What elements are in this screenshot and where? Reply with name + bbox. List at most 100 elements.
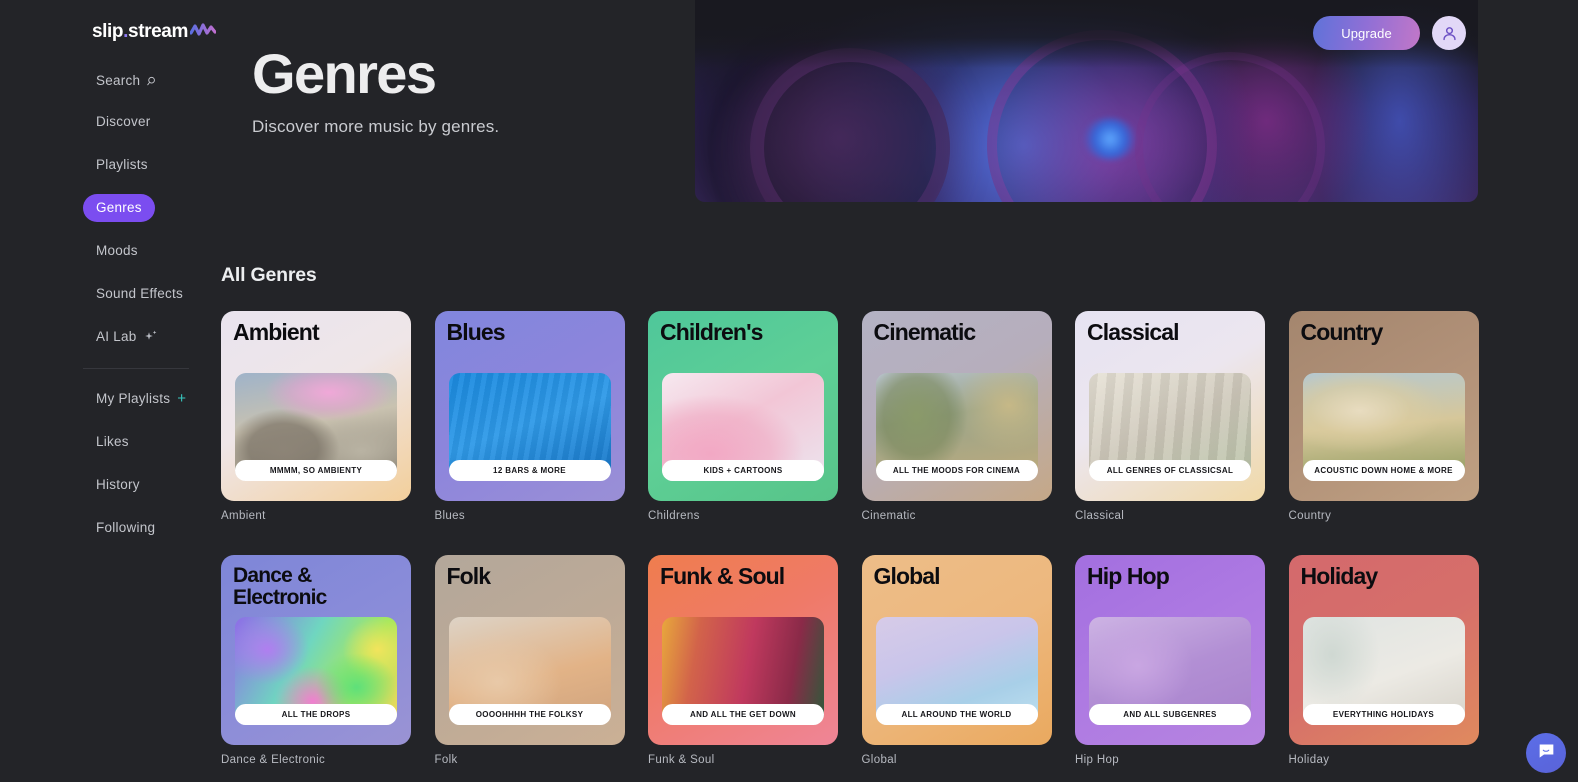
genre-card-childrens[interactable]: Children's KIDS + CARTOONS (648, 311, 838, 501)
genre-cell: Ambient MMMM, SO AMBIENTY Ambient (221, 311, 411, 522)
genre-cell: Blues 12 BARS & MORE Blues (434, 311, 625, 522)
genre-card-title: Dance & Electronic (233, 564, 327, 609)
sidebar-item-my-playlists[interactable]: My Playlists + (83, 385, 199, 413)
genre-card-tagline[interactable]: ALL GENRES OF CLASSICSAL (1089, 460, 1251, 481)
genre-card-tagline[interactable]: ALL THE MOODS FOR CINEMA (875, 460, 1038, 481)
genre-card-funk-soul[interactable]: Funk & Soul AND ALL THE GET DOWN (648, 555, 838, 745)
app-logo[interactable]: slip. stream (92, 21, 217, 43)
genre-card-tagline[interactable]: EVERYTHING HOLIDAYS (1302, 704, 1465, 725)
chat-bubble-icon (1537, 742, 1556, 764)
sidebar-item-discover[interactable]: Discover (83, 108, 164, 136)
sidebar: Search Discover Playlists Genres Moods Sound … (0, 60, 220, 782)
avatar[interactable] (1432, 16, 1466, 50)
genre-card-title: Ambient (233, 319, 320, 345)
genre-card-tagline[interactable]: ACOUSTIC DOWN HOME & MORE (1302, 460, 1465, 481)
genre-card-tagline[interactable]: AND ALL THE GET DOWN (662, 704, 824, 725)
sidebar-item-label: My Playlists (96, 391, 171, 406)
genre-cell: Folk OOOOHHHH THE FOLKSY Folk (434, 555, 625, 766)
genre-card-folk[interactable]: Folk OOOOHHHH THE FOLKSY (434, 555, 625, 745)
main-content: Genres Discover more music by genres. Al… (0, 0, 1578, 782)
genre-card-ambient[interactable]: Ambient MMMM, SO AMBIENTY (221, 311, 411, 501)
sidebar-item-label: Search (96, 72, 141, 88)
genre-card-dance-electronic[interactable]: Dance & Electronic ALL THE DROPS (221, 555, 411, 745)
plus-icon[interactable]: + (177, 391, 186, 406)
genre-cell: Holiday EVERYTHING HOLIDAYS Holiday (1288, 555, 1479, 766)
genre-card-label: Folk (434, 754, 458, 766)
genre-card-tagline[interactable]: MMMM, SO AMBIENTY (235, 460, 397, 481)
sidebar-secondary-nav: My Playlists + Likes History Following (0, 377, 220, 549)
genre-card-label: Ambient (221, 510, 266, 522)
sidebar-item-label: Likes (96, 434, 129, 449)
genre-cell: Global ALL AROUND THE WORLD Global (861, 555, 1052, 766)
sidebar-item-label: Discover (96, 114, 151, 129)
genre-card-country[interactable]: Country ACOUSTIC DOWN HOME & MORE (1288, 311, 1479, 501)
genre-card-label: Hip Hop (1075, 754, 1119, 766)
sidebar-item-search[interactable]: Search (83, 66, 171, 94)
genre-grid: Ambient MMMM, SO AMBIENTY Ambient Blues 12 B… (221, 311, 1491, 766)
sidebar-item-label: Genres (96, 200, 142, 215)
upgrade-button[interactable]: Upgrade (1313, 16, 1420, 50)
genre-card-blues[interactable]: Blues 12 BARS & MORE (434, 311, 625, 501)
genre-card-title: Funk & Soul (660, 563, 785, 589)
genre-card-cinematic[interactable]: Cinematic ALL THE MOODS FOR CINEMA (861, 311, 1052, 501)
search-icon (147, 75, 158, 86)
genre-card-title: Cinematic (873, 319, 977, 345)
sidebar-item-playlists[interactable]: Playlists (83, 151, 161, 179)
genre-card-label: Childrens (648, 510, 700, 522)
logo-text-a: slip (92, 21, 124, 42)
genre-cell: Dance & Electronic ALL THE DROPS Dance & E… (221, 555, 411, 766)
sidebar-item-label: Moods (96, 243, 138, 258)
section-heading: All Genres (221, 264, 317, 286)
sidebar-item-label: Following (96, 520, 156, 535)
genre-cell: Country ACOUSTIC DOWN HOME & MORE Country (1288, 311, 1479, 522)
sidebar-item-history[interactable]: History (83, 471, 153, 499)
genre-cell: Cinematic ALL THE MOODS FOR CINEMA Cinemat… (861, 311, 1052, 522)
genre-card-label: Blues (434, 510, 466, 522)
sidebar-item-following[interactable]: Following (83, 514, 168, 542)
genre-card-tagline[interactable]: AND ALL SUBGENRES (1089, 704, 1251, 725)
genre-card-label: Global (861, 754, 897, 766)
genre-card-tagline[interactable]: ALL AROUND THE WORLD (875, 704, 1038, 725)
sidebar-item-moods[interactable]: Moods (83, 237, 151, 265)
sidebar-item-genres[interactable]: Genres (83, 193, 155, 222)
top-bar: slip. stream Upgrade (0, 0, 1578, 66)
logo-wave-icon (189, 21, 217, 43)
sidebar-item-label: AI Lab (96, 329, 137, 344)
genre-card-classical[interactable]: Classical ALL GENRES OF CLASSICSAL (1075, 311, 1265, 501)
genre-card-tagline[interactable]: KIDS + CARTOONS (662, 460, 824, 481)
genre-card-hip-hop[interactable]: Hip Hop AND ALL SUBGENRES (1075, 555, 1265, 745)
genre-card-label: Cinematic (861, 510, 916, 522)
sidebar-item-label: Playlists (96, 157, 148, 172)
genre-card-tagline[interactable]: 12 BARS & MORE (448, 460, 611, 481)
genre-card-title: Global (873, 563, 941, 589)
sidebar-item-ai-lab[interactable]: AI Lab (83, 323, 171, 351)
genre-card-global[interactable]: Global ALL AROUND THE WORLD (861, 555, 1052, 745)
genre-card-holiday[interactable]: Holiday EVERYTHING HOLIDAYS (1288, 555, 1479, 745)
genre-cell: Children's KIDS + CARTOONS Childrens (648, 311, 838, 522)
genre-card-label: Classical (1075, 510, 1125, 522)
sparkle-icon (144, 330, 158, 344)
sidebar-item-label: History (96, 477, 140, 492)
page-subtitle: Discover more music by genres. (252, 117, 500, 136)
genre-card-label: Holiday (1288, 754, 1330, 766)
sidebar-primary-nav: Search Discover Playlists Genres Moods Sound … (0, 60, 220, 358)
genre-card-title: Folk (446, 563, 492, 589)
chat-widget-button[interactable] (1526, 733, 1566, 773)
sidebar-divider (83, 368, 189, 369)
logo-text-b: stream (128, 21, 188, 42)
sidebar-item-sound-effects[interactable]: Sound Effects (83, 280, 196, 308)
genre-card-title: Holiday (1300, 563, 1379, 589)
genre-card-title: Country (1300, 319, 1384, 345)
genre-card-label: Dance & Electronic (221, 754, 326, 766)
sidebar-item-likes[interactable]: Likes (83, 428, 142, 456)
genre-card-tagline[interactable]: OOOOHHHH THE FOLKSY (448, 704, 611, 725)
genre-cell: Classical ALL GENRES OF CLASSICSAL Classic… (1075, 311, 1265, 522)
genre-card-label: Funk & Soul (648, 754, 715, 766)
sidebar-item-label: Sound Effects (96, 286, 184, 301)
genre-card-title: Children's (660, 319, 763, 345)
genre-card-title: Hip Hop (1087, 563, 1170, 589)
genre-card-label: Country (1288, 510, 1332, 522)
genre-cell: Hip Hop AND ALL SUBGENRES Hip Hop (1075, 555, 1265, 766)
genre-cell: Funk & Soul AND ALL THE GET DOWN Funk & So… (648, 555, 838, 766)
genre-card-tagline[interactable]: ALL THE DROPS (235, 704, 397, 725)
